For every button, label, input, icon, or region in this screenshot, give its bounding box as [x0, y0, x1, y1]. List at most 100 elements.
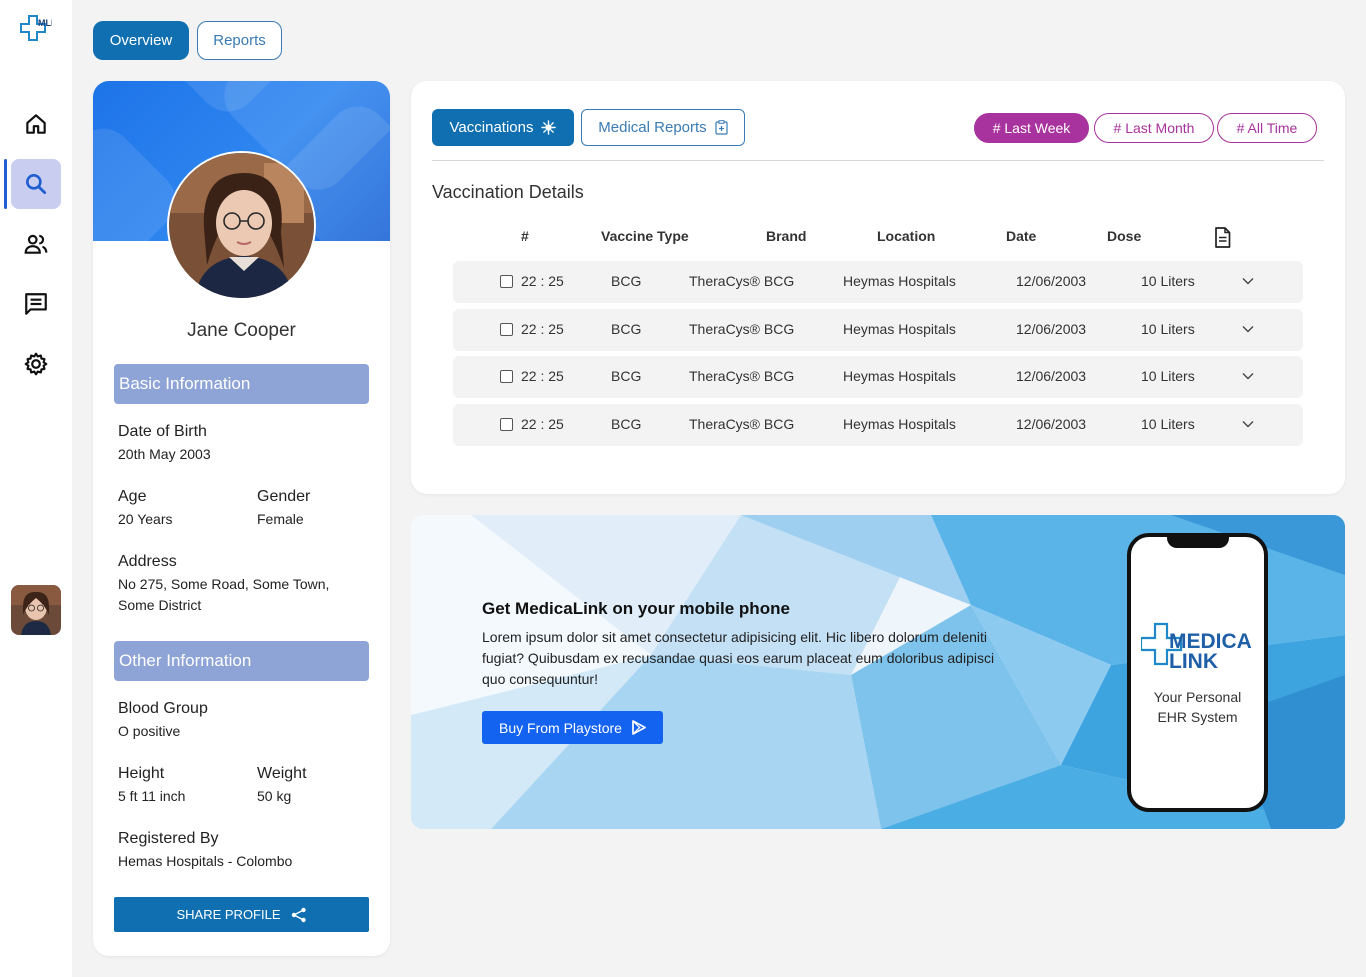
- nav-settings[interactable]: [11, 339, 61, 389]
- cell-time: 22 : 25: [521, 273, 564, 289]
- share-icon: [291, 907, 306, 922]
- svg-text:LINK: LINK: [1169, 650, 1218, 673]
- play-store-icon: [632, 720, 646, 735]
- weight-label: Weight: [257, 765, 307, 782]
- table-row[interactable]: 22 : 25 BCG TheraCys® BCG Heymas Hospitals 1…: [453, 404, 1303, 446]
- tab-vaccinations[interactable]: Vaccinations: [432, 109, 574, 146]
- tab-medical-reports[interactable]: Medical Reports: [581, 109, 745, 146]
- cell-location: Heymas Hospitals: [843, 368, 956, 384]
- cell-dose: 10 Liters: [1141, 273, 1195, 289]
- table-row[interactable]: 22 : 25 BCG TheraCys® BCG Heymas Hospitals 1…: [453, 356, 1303, 398]
- profile-card: Jane Cooper Basic Information Date of Bi…: [93, 81, 390, 956]
- cell-date: 12/06/2003: [1016, 273, 1087, 289]
- basic-info-heading: Basic Information: [114, 364, 369, 404]
- share-profile-label: SHARE PROFILE: [176, 907, 281, 922]
- cell-dose: 10 Liters: [1141, 416, 1195, 432]
- home-icon: [26, 114, 46, 134]
- age-value: 20 Years: [118, 511, 173, 527]
- cell-brand: TheraCys® BCG: [689, 273, 795, 289]
- cell-dose: 10 Liters: [1141, 321, 1195, 337]
- filter-all-time[interactable]: # All Time: [1217, 113, 1317, 143]
- cell-vaccine-type: BCG: [611, 368, 642, 384]
- gender-label: Gender: [257, 488, 311, 505]
- row-checkbox[interactable]: [500, 275, 513, 288]
- header-divider: [432, 160, 1324, 161]
- dob-label: Date of Birth: [118, 423, 207, 440]
- cell-vaccine-type: BCG: [611, 321, 642, 337]
- row-checkbox[interactable]: [500, 370, 513, 383]
- col-header-date: Date: [1006, 228, 1037, 244]
- cell-location: Heymas Hospitals: [843, 273, 956, 289]
- address-line1: No 275, Some Road, Some Town,: [118, 576, 330, 592]
- col-header-location: Location: [877, 228, 936, 244]
- vaccination-details-title: Vaccination Details: [432, 182, 584, 202]
- buy-from-playstore-button[interactable]: Buy From Playstore: [482, 711, 663, 744]
- buy-from-playstore-label: Buy From Playstore: [499, 719, 622, 736]
- col-header-number: #: [521, 228, 529, 244]
- vaccination-card: Vaccinations Medical Reports # Last Week…: [411, 81, 1345, 494]
- row-checkbox[interactable]: [500, 323, 513, 336]
- cell-brand: TheraCys® BCG: [689, 416, 795, 432]
- search-icon: [26, 174, 47, 195]
- dob-value: 20th May 2003: [118, 446, 211, 462]
- table-row[interactable]: 22 : 25 BCG TheraCys® BCG Heymas Hospitals 1…: [453, 309, 1303, 351]
- chevron-down-icon[interactable]: [1241, 274, 1255, 288]
- cell-dose: 10 Liters: [1141, 368, 1195, 384]
- cell-location: Heymas Hospitals: [843, 321, 956, 337]
- tab-reports[interactable]: Reports: [197, 21, 282, 60]
- message-icon: [25, 293, 47, 315]
- height-value: 5 ft 11 inch: [118, 788, 186, 804]
- cell-time: 22 : 25: [521, 321, 564, 337]
- other-info-heading: Other Information: [114, 641, 369, 681]
- nav-home[interactable]: [11, 99, 61, 149]
- col-header-vaccine-type: Vaccine Type: [601, 228, 689, 244]
- cell-brand: TheraCys® BCG: [689, 368, 795, 384]
- gender-value: Female: [257, 511, 304, 527]
- profile-avatar: [167, 151, 316, 300]
- tab-overview[interactable]: Overview: [93, 21, 189, 60]
- nav-messages[interactable]: [11, 279, 61, 329]
- tab-medical-reports-label: Medical Reports: [598, 119, 707, 136]
- share-profile-button[interactable]: SHARE PROFILE: [114, 897, 369, 932]
- virus-icon: [541, 120, 557, 135]
- col-header-dose: Dose: [1107, 228, 1142, 244]
- filter-last-week[interactable]: # Last Week: [974, 113, 1089, 143]
- phone-notch: [1167, 536, 1229, 548]
- tab-vaccinations-label: Vaccinations: [449, 119, 534, 136]
- users-icon: [24, 234, 48, 254]
- phone-tagline-line2: EHR System: [1157, 709, 1238, 725]
- row-checkbox[interactable]: [500, 418, 513, 431]
- table-row[interactable]: 22 : 25 BCG TheraCys® BCG Heymas Hospitals 1…: [453, 261, 1303, 303]
- phone-mockup: MEDICA LINK Your Personal EHR System: [1127, 533, 1268, 812]
- col-header-brand: Brand: [766, 228, 807, 244]
- blood-group-label: Blood Group: [118, 700, 208, 717]
- nav-active-indicator: [4, 159, 7, 209]
- clipboard-icon: [715, 120, 728, 135]
- address-line2: Some District: [118, 597, 202, 613]
- cell-brand: TheraCys® BCG: [689, 321, 795, 337]
- weight-value: 50 kg: [257, 788, 292, 804]
- sidebar: MLI: [0, 0, 72, 977]
- chevron-down-icon[interactable]: [1241, 417, 1255, 431]
- phone-tagline-line1: Your Personal: [1153, 689, 1242, 705]
- filter-last-month[interactable]: # Last Month: [1094, 113, 1214, 143]
- cell-location: Heymas Hospitals: [843, 416, 956, 432]
- cell-date: 12/06/2003: [1016, 416, 1087, 432]
- nav-search[interactable]: [11, 159, 61, 209]
- user-avatar-small[interactable]: [11, 585, 61, 635]
- chevron-down-icon[interactable]: [1241, 369, 1255, 383]
- svg-text:MLI: MLI: [38, 18, 52, 28]
- phone-tagline: Your Personal EHR System: [1131, 687, 1264, 727]
- promo-text: Lorem ipsum dolor sit amet consectetur a…: [482, 629, 995, 687]
- medicalink-logo[interactable]: MLI: [20, 14, 52, 50]
- document-icon[interactable]: [1214, 227, 1231, 248]
- profile-name: Jane Cooper: [187, 320, 296, 341]
- cell-vaccine-type: BCG: [611, 273, 642, 289]
- gear-icon: [24, 352, 48, 376]
- chevron-down-icon[interactable]: [1241, 322, 1255, 336]
- blood-group-value: O positive: [118, 723, 181, 739]
- registered-by-value: Hemas Hospitals - Colombo: [118, 853, 293, 869]
- nav-users[interactable]: [11, 219, 61, 269]
- age-label: Age: [118, 488, 147, 505]
- cell-date: 12/06/2003: [1016, 321, 1087, 337]
